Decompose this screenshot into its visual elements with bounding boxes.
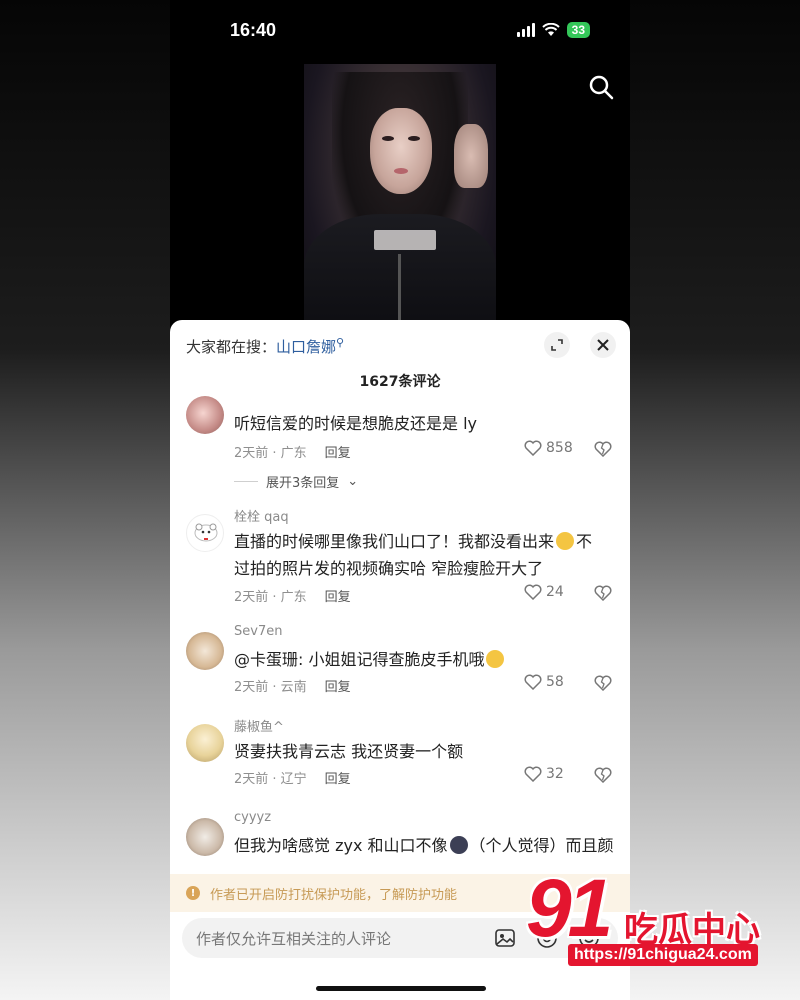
- comment-list: 听短信爱的时候是想脆皮还是是 ly 2天前 · 广东 回复 858 展开3条回复…: [170, 392, 630, 872]
- avatar[interactable]: [186, 632, 224, 670]
- comment-text-body: @卡蛋珊: 小姐姐记得查脆皮手机哦: [234, 650, 485, 669]
- expand-replies-label: 展开3条回复: [266, 476, 340, 491]
- comment-time-location: 2天前 · 广东: [234, 446, 307, 461]
- watermark-url: https://91chigua24.com: [568, 944, 758, 966]
- close-button[interactable]: [590, 332, 616, 358]
- background-left: [0, 0, 170, 1000]
- status-time: 16:40: [230, 20, 277, 40]
- dislike-button[interactable]: [594, 767, 612, 787]
- heart-icon: [524, 674, 542, 690]
- hot-search-prefix: 大家都在搜：: [186, 338, 277, 356]
- close-icon: [597, 339, 609, 351]
- username[interactable]: Sev7en: [234, 624, 282, 639]
- reply-button[interactable]: 回复: [325, 586, 351, 605]
- comment-text: @卡蛋珊: 小姐姐记得查脆皮手机哦: [234, 646, 614, 673]
- avatar[interactable]: [186, 514, 224, 552]
- avatar[interactable]: [186, 818, 224, 856]
- dislike-button[interactable]: [594, 675, 612, 695]
- video-player[interactable]: [304, 64, 496, 326]
- comment-text: 直播的时候哪里像我们山口了！我都没看出来 不 过拍的照片发的视频确实哈 窄脸瘦脸开…: [234, 528, 614, 582]
- comment-text-line1-end: 不: [576, 532, 593, 551]
- broken-heart-icon: [594, 675, 612, 692]
- comment-text-line1: 直播的时候哪里像我们山口了！我都没看出来: [234, 532, 555, 551]
- reply-button[interactable]: 回复: [325, 442, 351, 461]
- comment-time-location: 2天前 · 广东: [234, 590, 307, 605]
- like-button[interactable]: 24: [524, 584, 564, 600]
- video-face: [370, 108, 432, 194]
- broken-heart-icon: [594, 585, 612, 602]
- like-count: 32: [546, 766, 564, 782]
- avatar[interactable]: [186, 724, 224, 762]
- heart-icon: [524, 766, 542, 782]
- battery-indicator: 33: [566, 22, 590, 38]
- comment-text-body: 但我为啥感觉 zyx 和山口不像: [234, 836, 448, 855]
- dislike-button[interactable]: [594, 441, 612, 461]
- comment-time-location: 2天前 · 云南: [234, 680, 307, 695]
- home-indicator[interactable]: [316, 986, 486, 991]
- search-icon[interactable]: [588, 74, 614, 100]
- phone-screen: 16:40 33 大家都在搜：山口詹娜⚲ 1627条评论 听短信爱的时候是想脆皮…: [170, 0, 630, 1000]
- comment-meta: 2天前 · 辽宁 回复: [234, 768, 351, 787]
- like-button[interactable]: 32: [524, 766, 564, 782]
- expand-button[interactable]: [544, 332, 570, 358]
- image-icon[interactable]: [494, 927, 516, 953]
- face-emoji-icon: [449, 836, 468, 854]
- watermark-logo: 91 吃瓜中心 https://91chigua24.com: [526, 863, 786, 972]
- comment-meta: 2天前 · 广东 回复: [234, 586, 351, 605]
- expand-icon: [551, 339, 563, 351]
- username[interactable]: 栓栓 qaq: [234, 506, 289, 525]
- username[interactable]: cyyyz: [234, 810, 271, 825]
- comment-text: 听短信爱的时候是想脆皮还是是 ly: [234, 414, 478, 433]
- comment-count-title: 1627条评论: [359, 374, 441, 390]
- like-button[interactable]: 858: [524, 440, 573, 456]
- like-count: 24: [546, 584, 564, 600]
- heart-icon: [524, 584, 542, 600]
- avatar[interactable]: [186, 396, 224, 434]
- signal-icon: [516, 23, 535, 37]
- thinking-emoji-icon: [486, 650, 505, 668]
- comment-text: 但我为啥感觉 zyx 和山口不像 （个人觉得）而且颜: [234, 832, 614, 859]
- comment-input-placeholder: 作者仅允许互相关注的人评论: [196, 929, 392, 948]
- broken-heart-icon: [594, 767, 612, 784]
- status-icons: 33: [516, 22, 590, 38]
- broken-heart-icon: [594, 441, 612, 458]
- sheet-header: 大家都在搜：山口詹娜⚲ 1627条评论: [170, 320, 630, 400]
- comment-meta: 2天前 · 广东 回复: [234, 442, 351, 461]
- like-count: 858: [546, 440, 573, 456]
- expand-replies-button[interactable]: 展开3条回复 ⌄: [234, 472, 358, 491]
- watermark-number: 91: [526, 863, 613, 954]
- username[interactable]: 藤椒鱼^: [234, 716, 284, 735]
- heart-icon: [524, 440, 542, 456]
- wifi-icon: [541, 23, 560, 36]
- comment-text: 贤妻扶我青云志 我还贤妻一个额: [234, 742, 464, 761]
- comment-text-line2: 过拍的照片发的视频确实哈 窄脸瘦脸开大了: [234, 559, 544, 578]
- like-button[interactable]: 58: [524, 674, 564, 690]
- crying-emoji-icon: [556, 532, 575, 550]
- chevron-down-icon: ⌄: [347, 474, 359, 489]
- search-small-icon: ⚲: [336, 336, 345, 349]
- reply-button[interactable]: 回复: [325, 768, 351, 787]
- hot-search[interactable]: 大家都在搜：山口詹娜⚲: [186, 336, 344, 357]
- notice-text: 作者已开启防打扰保护功能，了解防护功能: [210, 887, 458, 903]
- background-right: [630, 0, 800, 1000]
- comment-text-end: （个人觉得）而且颜: [469, 836, 614, 855]
- comment-meta: 2天前 · 云南 回复: [234, 676, 351, 695]
- dislike-button[interactable]: [594, 585, 612, 605]
- video-zip: [398, 254, 401, 326]
- like-count: 58: [546, 674, 564, 690]
- info-icon: !: [186, 886, 200, 900]
- reply-button[interactable]: 回复: [325, 676, 351, 695]
- video-hand: [454, 124, 488, 188]
- mosaic-blur: [374, 230, 436, 250]
- hot-search-keyword[interactable]: 山口詹娜: [276, 338, 336, 356]
- comment-time-location: 2天前 · 辽宁: [234, 772, 307, 787]
